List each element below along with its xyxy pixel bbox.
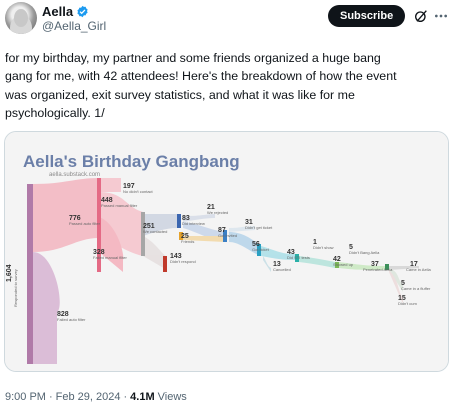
node-label: Didn't cum — [398, 301, 417, 306]
tweet-time[interactable]: 9:00 PM — [5, 391, 46, 403]
tweet: Aella @Aella_Girl Subscribe for my birth… — [0, 0, 453, 410]
tweet-meta: 9:00 PM · Feb 29, 2024 · 4.1M Views — [5, 391, 187, 403]
author-handle[interactable]: @Aella_Girl — [42, 19, 106, 33]
node-label: Didn't show — [313, 245, 334, 250]
node-label: Did interview — [182, 221, 205, 226]
node-label: Failed manual filter — [93, 255, 127, 260]
node-label: Failed auto filter — [57, 317, 86, 322]
tweet-date[interactable]: Feb 29, 2024 — [56, 391, 121, 403]
node-label: Didn't get ticket — [245, 225, 273, 230]
views-count: 4.1M — [130, 391, 155, 403]
node-label: Penetrated Aella — [363, 267, 393, 272]
node-label: Passed auto filter — [69, 221, 101, 226]
node-label: Got invited — [218, 233, 237, 238]
node-label: Didn't respond — [170, 259, 196, 264]
node-label: We rejected — [207, 210, 228, 215]
subscribe-button[interactable]: Subscribe — [328, 5, 406, 27]
diagram-title: Aella's Birthday Gangbang — [23, 152, 240, 171]
verified-badge-icon — [77, 5, 88, 18]
node-value: 1,604 — [6, 264, 13, 282]
node-label: Friends — [181, 239, 194, 244]
avatar[interactable] — [5, 2, 37, 34]
node-label: We contacted — [143, 229, 167, 234]
node-label: No didn't contact — [123, 189, 154, 194]
grok-icon[interactable] — [413, 8, 429, 24]
node-label: Passed manual filter — [101, 203, 138, 208]
tweet-text-line: was organized, exit survey statistics, a… — [5, 87, 355, 102]
tweet-text-line: psychologically. 1/ — [5, 105, 105, 120]
tweet-image[interactable]: Aella's Birthday Gangbang aella.substack… — [4, 131, 449, 372]
node-label: Did STI tests — [287, 255, 310, 260]
sankey-diagram: Aella's Birthday Gangbang aella.substack… — [5, 132, 448, 371]
author-name-row: Aella — [42, 4, 89, 19]
node-label: Came in Aella — [406, 267, 431, 272]
node-label: Came in a fluffer — [401, 286, 431, 291]
more-icon[interactable] — [433, 8, 449, 24]
node-label: Got ticket — [252, 247, 270, 252]
tweet-text-line: for my birthday, my partner and some fri… — [5, 51, 381, 65]
node-label: Showed up — [333, 262, 354, 267]
node-label: Cancelled — [273, 267, 291, 272]
node-label: Didn't Bang Aella — [349, 250, 380, 255]
diagram-subtitle: aella.substack.com — [49, 172, 100, 178]
display-name[interactable]: Aella — [42, 4, 73, 19]
tweet-text: for my birthday, my partner and some fri… — [5, 49, 445, 122]
tweet-text-line: gang for me, with 42 attendees! Here's t… — [5, 69, 397, 84]
node-label: Responded to survey — [13, 269, 18, 307]
views-label: Views — [157, 391, 187, 403]
separator: · — [123, 391, 128, 403]
separator: · — [48, 391, 53, 403]
